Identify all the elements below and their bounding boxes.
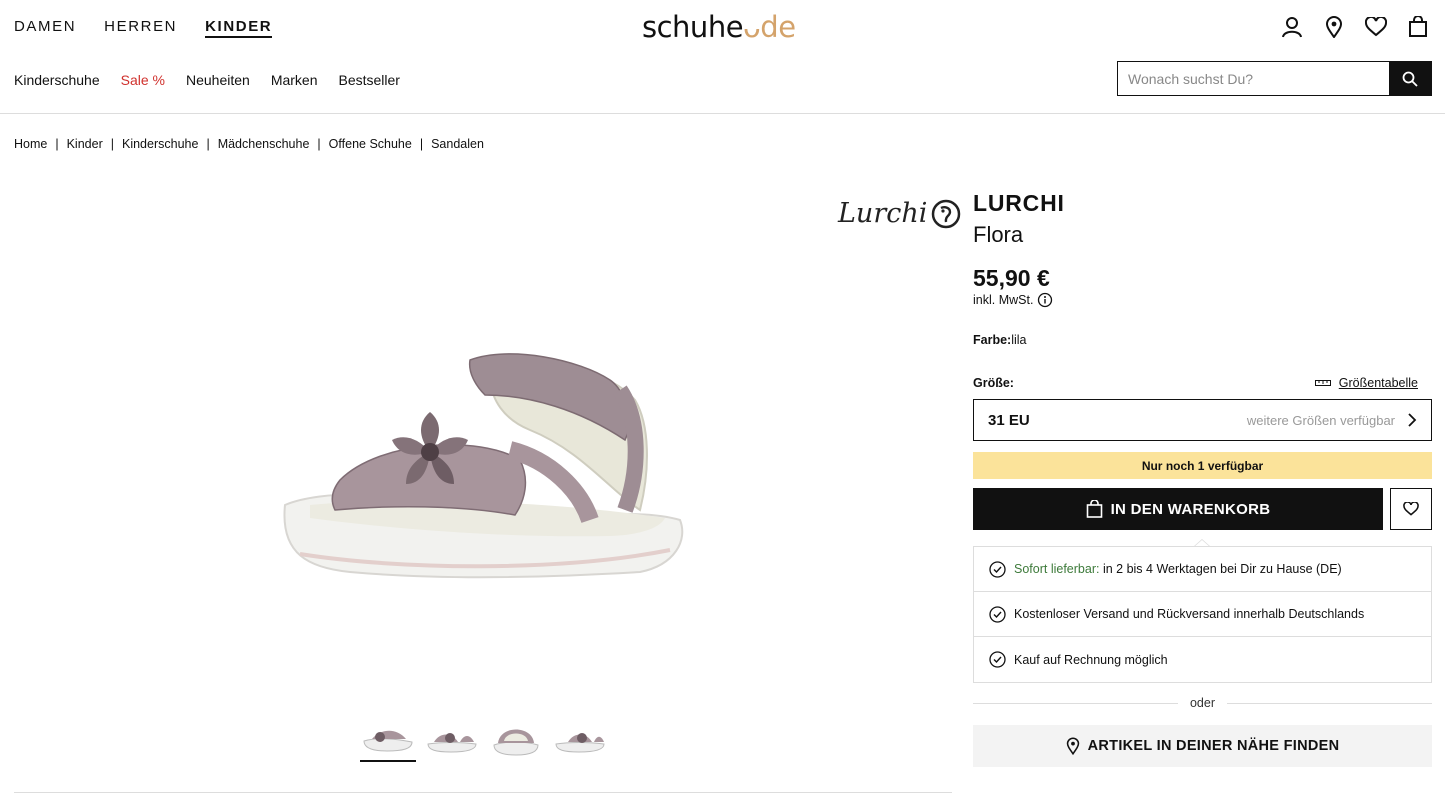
site-logo[interactable]: schuheᴗde xyxy=(642,10,796,44)
subnav-sale[interactable]: Sale % xyxy=(121,72,165,88)
header-icons xyxy=(1281,15,1429,39)
benefits-box: Sofort lieferbar: in 2 bis 4 Werktagen b… xyxy=(973,546,1432,683)
logo-text: schuhe xyxy=(642,10,744,44)
bag-icon[interactable] xyxy=(1407,15,1429,39)
add-to-cart-label: IN DEN WARENKORB xyxy=(1110,500,1271,518)
category-nav: Kinderschuhe Sale % Neuheiten Marken Bes… xyxy=(14,72,400,88)
thumbnail-1[interactable] xyxy=(360,712,416,762)
more-sizes: weitere Größen verfügbar xyxy=(1247,412,1417,428)
benefit-invoice: Kauf auf Rechnung möglich xyxy=(974,637,1431,682)
subnav-neuheiten[interactable]: Neuheiten xyxy=(186,72,250,88)
subnav-kinderschuhe[interactable]: Kinderschuhe xyxy=(14,72,100,88)
color-row: Farbe:lila xyxy=(973,333,1027,347)
location-pin-icon[interactable] xyxy=(1323,15,1345,39)
brand-logo[interactable]: Lurchi xyxy=(838,198,961,229)
heart-icon xyxy=(1403,502,1419,516)
check-circle-icon xyxy=(989,651,1006,668)
logo-mark: ᴗ xyxy=(743,10,761,44)
breadcrumb-kinderschuhe[interactable]: Kinderschuhe xyxy=(122,137,198,151)
nav-damen[interactable]: DAMEN xyxy=(14,18,76,38)
stock-notice: Nur noch 1 verfügbar xyxy=(973,452,1432,479)
or-label: oder xyxy=(1189,696,1216,710)
product-price: 55,90 € xyxy=(973,265,1050,291)
subnav-bestseller[interactable]: Bestseller xyxy=(339,72,400,88)
size-value: 31 EU xyxy=(988,411,1030,429)
size-selector[interactable]: 31 EU weitere Größen verfügbar xyxy=(973,399,1432,441)
search-button[interactable] xyxy=(1389,62,1431,95)
size-label: Größe: xyxy=(973,376,1014,390)
header-divider xyxy=(0,113,1445,114)
delivery-highlight: Sofort lieferbar: xyxy=(1014,562,1100,576)
breadcrumb-home[interactable]: Home xyxy=(14,137,47,151)
product-brand[interactable]: LURCHI xyxy=(973,190,1065,217)
color-value: lila xyxy=(1011,333,1027,347)
vat-text: inkl. MwSt. xyxy=(973,293,1034,307)
benefit-shipping: Kostenloser Versand und Rückversand inne… xyxy=(974,592,1431,637)
breadcrumb-sandalen[interactable]: Sandalen xyxy=(431,137,484,151)
breadcrumb-separator: | xyxy=(317,137,321,151)
breadcrumb-maedchenschuhe[interactable]: Mädchenschuhe xyxy=(218,137,310,151)
product-model: Flora xyxy=(973,222,1024,247)
breadcrumb-offene-schuhe[interactable]: Offene Schuhe xyxy=(329,137,412,151)
info-icon[interactable] xyxy=(1037,292,1053,308)
main-nav: DAMEN HERREN KINDER xyxy=(14,18,273,38)
breadcrumb-kinder[interactable]: Kinder xyxy=(67,137,103,151)
bag-icon xyxy=(1086,500,1102,518)
nav-kinder[interactable]: KINDER xyxy=(205,18,273,38)
subnav-marken[interactable]: Marken xyxy=(271,72,318,88)
find-in-store-button[interactable]: ARTIKEL IN DEINER NÄHE FINDEN xyxy=(973,725,1432,767)
brand-logo-text: Lurchi xyxy=(838,198,928,229)
ruler-icon xyxy=(1314,380,1331,386)
nav-herren[interactable]: HERREN xyxy=(104,18,177,38)
color-label: Farbe: xyxy=(973,333,1012,347)
breadcrumb-separator: | xyxy=(55,137,59,151)
search-input[interactable] xyxy=(1118,62,1389,95)
brand-emblem-icon xyxy=(932,199,961,228)
thumbnail-3[interactable] xyxy=(488,712,544,762)
breadcrumb: Home | Kinder | Kinderschuhe | Mädchenschuh… xyxy=(14,137,484,151)
size-chart-link[interactable]: Größentabelle xyxy=(1314,376,1418,390)
benefit-delivery: Sofort lieferbar: in 2 bis 4 Werktagen b… xyxy=(974,547,1431,592)
search-icon xyxy=(1402,71,1418,87)
find-in-store-label: ARTIKEL IN DEINER NÄHE FINDEN xyxy=(1087,738,1340,754)
or-divider: oder xyxy=(973,696,1432,710)
thumbnail-strip xyxy=(360,712,608,762)
shipping-text: Kostenloser Versand und Rückversand inne… xyxy=(1014,607,1365,621)
logo-tld: de xyxy=(760,10,796,44)
product-image[interactable] xyxy=(280,340,690,590)
breadcrumb-separator: | xyxy=(110,137,114,151)
thumbnail-4[interactable] xyxy=(552,712,608,762)
check-circle-icon xyxy=(989,605,1006,623)
divider-line xyxy=(1227,702,1432,704)
size-chart-label: Größentabelle xyxy=(1338,376,1418,390)
location-pin-icon xyxy=(1066,737,1079,755)
breadcrumb-separator: | xyxy=(206,137,210,151)
delivery-text: in 2 bis 4 Werktagen bei Dir zu Hause (D… xyxy=(1102,562,1342,576)
more-sizes-text: weitere Größen verfügbar xyxy=(1246,412,1395,428)
thumbnail-2[interactable] xyxy=(424,712,480,762)
add-to-cart-button[interactable]: IN DEN WARENKORB xyxy=(973,488,1383,530)
chevron-right-icon xyxy=(1408,413,1417,427)
vat-note: inkl. MwSt. xyxy=(973,292,1053,308)
breadcrumb-separator: | xyxy=(419,137,424,151)
wishlist-button[interactable] xyxy=(1390,488,1432,530)
heart-icon[interactable] xyxy=(1365,15,1387,39)
invoice-text: Kauf auf Rechnung möglich xyxy=(1014,652,1168,667)
divider-line xyxy=(973,702,1178,704)
check-circle-icon xyxy=(989,560,1006,578)
user-icon[interactable] xyxy=(1281,15,1303,39)
search-box xyxy=(1117,61,1432,96)
